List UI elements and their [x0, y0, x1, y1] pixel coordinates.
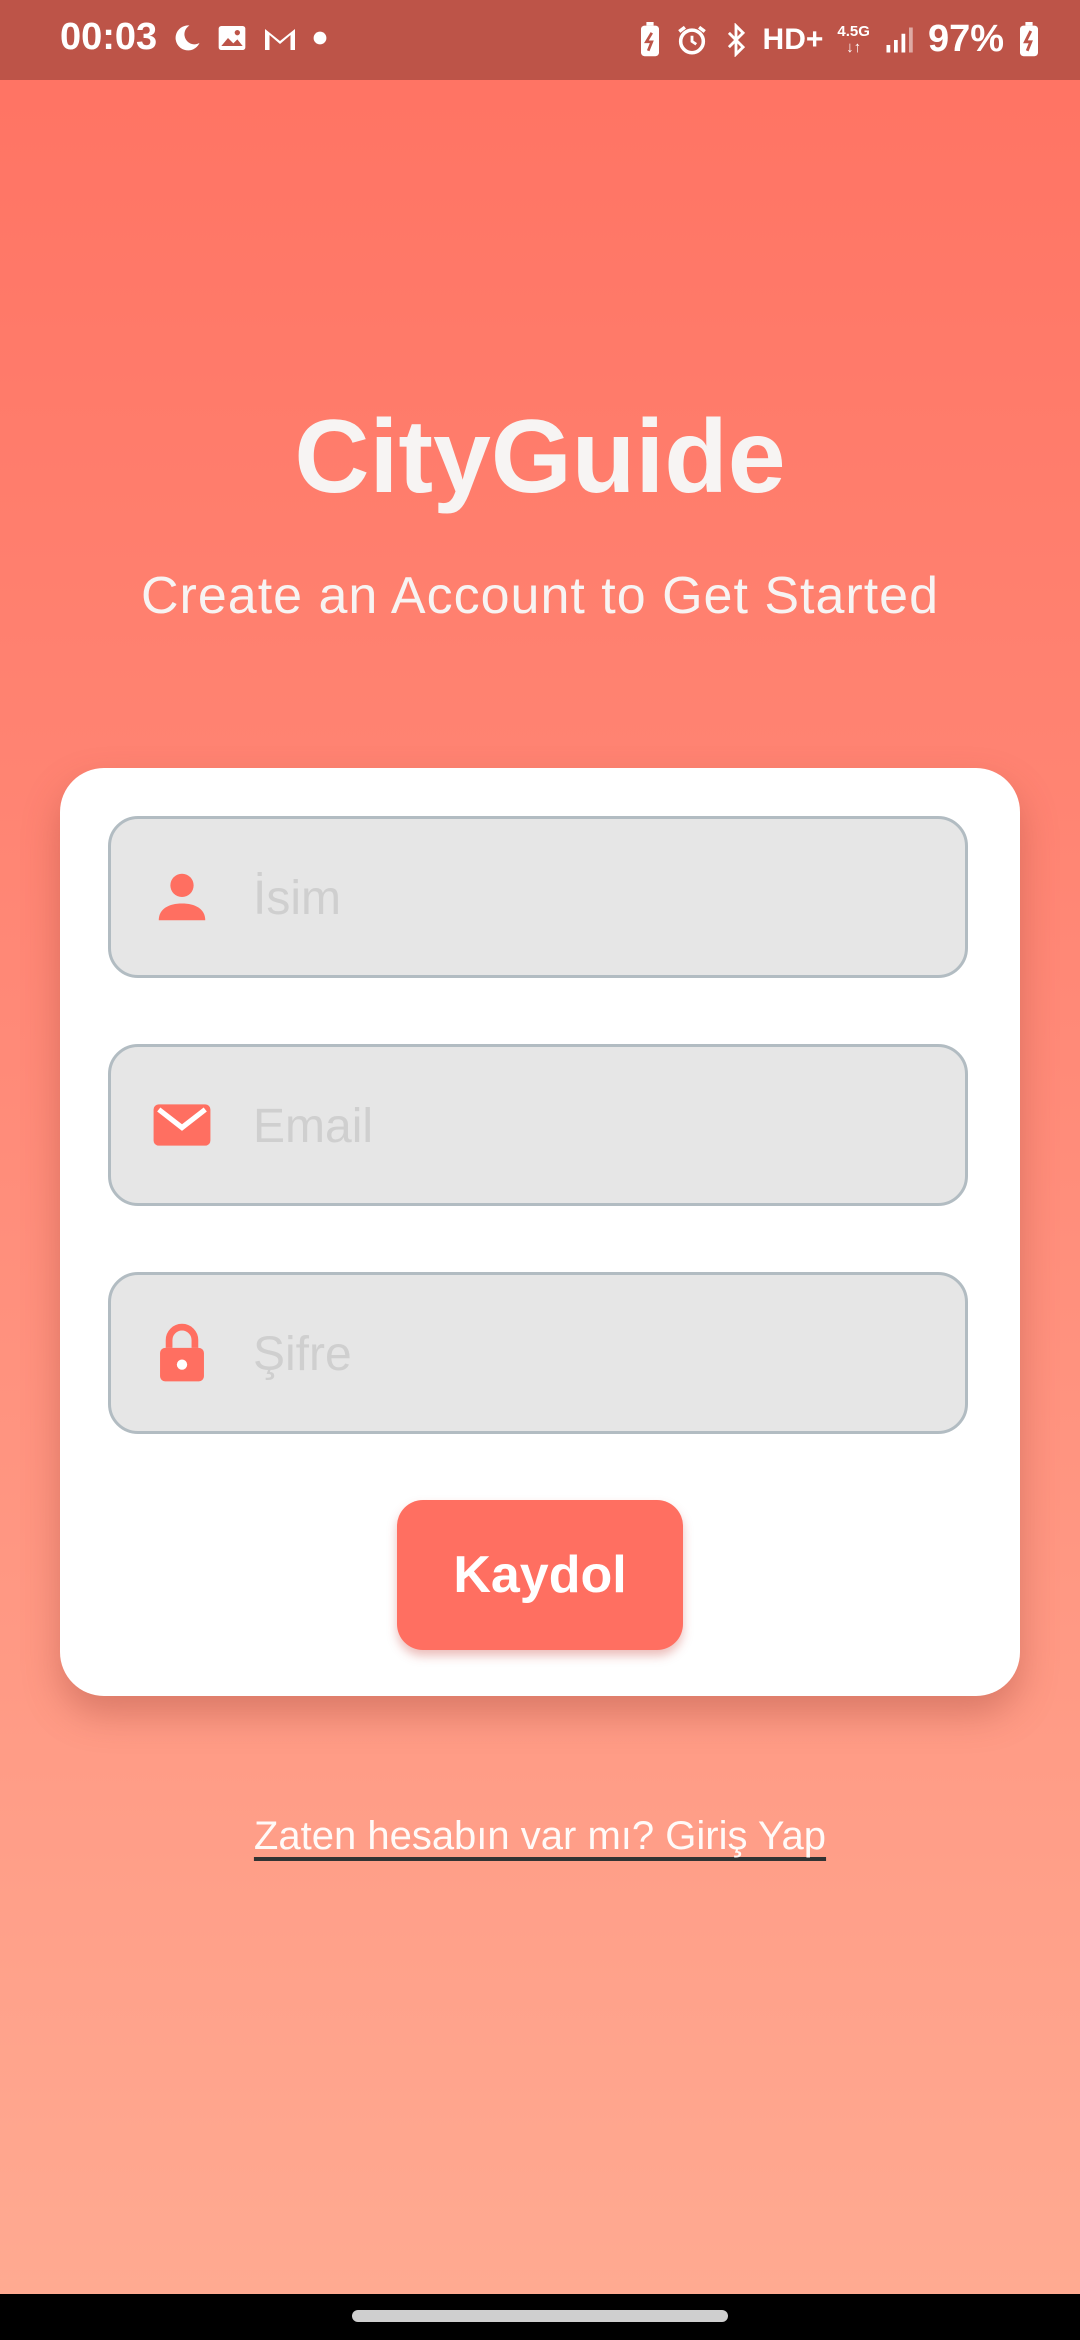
lock-icon [160, 1323, 204, 1382]
status-bar: 00:03 HD+ 4.5G ↓↑ 97% [0, 0, 1080, 80]
password-field[interactable] [108, 1272, 968, 1434]
home-gesture-handle[interactable] [352, 2310, 728, 2322]
app-subtitle: Create an Account to Get Started [140, 567, 939, 625]
signup-card: Kaydol [60, 768, 1020, 1696]
email-field[interactable] [108, 1044, 968, 1206]
bluetooth-icon [727, 22, 745, 57]
name-input[interactable] [251, 819, 945, 977]
notification-icons [172, 22, 328, 54]
gallery-icon [218, 26, 246, 50]
email-icon [153, 1104, 211, 1146]
email-input[interactable] [251, 1047, 945, 1205]
signal-icon [886, 27, 913, 52]
battery-percentage: 97% [927, 18, 1004, 60]
signup-button[interactable]: Kaydol [397, 1500, 683, 1650]
network-type-label: 4.5G ↓↑ [837, 22, 870, 56]
name-field[interactable] [108, 816, 968, 978]
status-time: 00:03 [60, 16, 158, 58]
alarm-icon [677, 25, 706, 55]
gmail-icon [265, 29, 295, 50]
moon-icon [175, 25, 200, 51]
app-title: CityGuide [294, 399, 786, 515]
battery-charging-icon [1020, 21, 1038, 56]
dot-icon [313, 31, 327, 45]
person-icon [158, 873, 206, 921]
system-icons: HD+ 4.5G ↓↑ 97% [639, 18, 1040, 61]
password-input[interactable] [251, 1275, 945, 1433]
hd-icon: HD+ [762, 22, 824, 56]
login-link-container: Zaten hesabın var mı? Giriş Yap [0, 1814, 1080, 1859]
battery-saver-icon [640, 21, 659, 56]
login-link[interactable]: Zaten hesabın var mı? Giriş Yap [254, 1814, 826, 1858]
